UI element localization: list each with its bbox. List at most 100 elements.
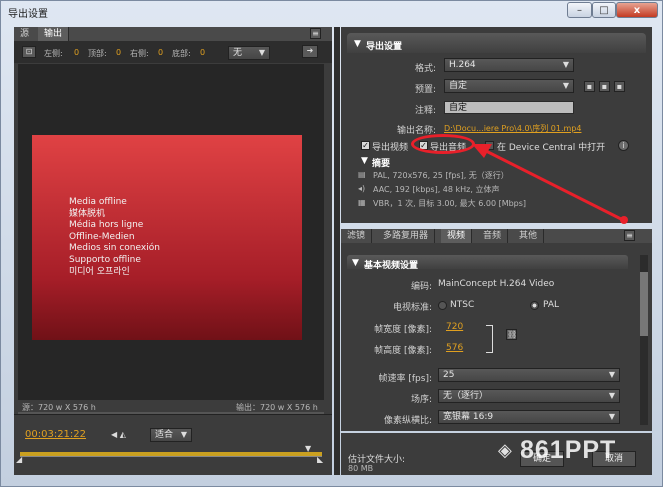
frame-rate-select[interactable]: 25 ▼ — [438, 368, 620, 382]
frame-rate-label: 帧速率 [fps]: — [378, 374, 433, 384]
field-order-label: 场序: — [410, 395, 432, 405]
pixel-aspect-label: 像素纵横比: — [383, 416, 432, 426]
chevron-down-icon: ▼ — [562, 81, 569, 90]
crop-bottom-value[interactable]: 0 — [200, 48, 205, 57]
video-scrollbar-thumb[interactable] — [640, 272, 648, 336]
export-collapse-icon[interactable]: ▼ — [354, 39, 361, 49]
crop-ratio-select[interactable]: 无 ▼ — [228, 46, 270, 60]
swap-arrow-icon[interactable]: ➜ — [302, 45, 318, 58]
tab-source[interactable]: 源 — [14, 27, 39, 41]
set-in-point-icon[interactable]: ◀ ◭ — [111, 430, 126, 439]
window-title: 导出设置 — [8, 9, 48, 20]
field-order-select[interactable]: 无（逐行） ▼ — [438, 389, 620, 403]
panel-splitter[interactable] — [334, 27, 340, 475]
timeline-ruler — [20, 456, 322, 457]
offline-line-6: Supporto offline — [69, 254, 141, 265]
offline-line-5: Medios sin conexión — [69, 243, 160, 254]
crop-top-value[interactable]: 0 — [116, 48, 121, 57]
pixel-aspect-value: 宽银幕 16:9 — [443, 412, 494, 422]
panel-menu-icon[interactable]: ≡ — [310, 28, 321, 39]
fit-value: 适合 — [155, 430, 174, 440]
tab-video[interactable]: 视频 — [441, 229, 473, 243]
summary-collapse-icon[interactable]: ▼ — [361, 156, 368, 166]
link-bracket — [486, 325, 493, 353]
export-settings-title: 导出设置 — [366, 42, 403, 52]
frame-height-value[interactable]: 576 — [446, 343, 463, 353]
offline-text: Media offline 媒体脱机 Média hors ligne Offl… — [69, 197, 160, 278]
watermark-text: 861PPT — [520, 436, 617, 464]
tv-standard-label: 电视标准: — [392, 303, 432, 313]
output-name-link[interactable]: D:\Docu...iere Pro\4.0\序列 01.mp4 — [444, 123, 581, 134]
maximize-button[interactable]: □ — [592, 2, 616, 18]
file-size-value: 80 MB — [348, 464, 374, 473]
format-label: 格式: — [414, 64, 436, 74]
codec-value: MainConcept H.264 Video — [438, 279, 555, 289]
speaker-icon: ◂) — [358, 184, 366, 193]
ntsc-radio[interactable] — [438, 301, 447, 310]
save-preset-icon[interactable]: ▪ — [584, 81, 595, 92]
crop-bottom-label: 底部: — [172, 49, 191, 58]
preset-value: 自定 — [449, 81, 468, 91]
crop-left-value[interactable]: 0 — [74, 48, 79, 57]
format-select[interactable]: H.264 ▼ — [444, 58, 574, 72]
pal-label: PAL — [543, 300, 560, 310]
tab-filters[interactable]: 滤镜 — [341, 229, 373, 243]
offline-line-4: Offline-Medien — [69, 231, 135, 242]
offline-line-3: Média hors ligne — [69, 220, 144, 231]
export-video-label: 导出视频 — [372, 143, 409, 153]
bitrate-icon: ▦ — [358, 198, 366, 207]
basic-video-collapse-icon[interactable]: ▼ — [352, 258, 359, 268]
panel-menu-icon[interactable]: ≡ — [624, 230, 635, 241]
annotation-arrow — [472, 144, 628, 224]
playhead-icon[interactable]: ▼ — [305, 444, 311, 453]
pal-radio[interactable] — [530, 301, 539, 310]
summary-title: 摘要 — [372, 159, 391, 169]
minimize-button[interactable]: – — [567, 2, 592, 18]
watermark-logo-icon: ◈ — [498, 440, 512, 461]
comment-label: 注释: — [414, 106, 436, 116]
codec-label: 编码: — [410, 282, 432, 292]
crop-left-label: 左侧: — [44, 49, 63, 58]
import-preset-icon[interactable]: ▪ — [599, 81, 610, 92]
chevron-down-icon: ▼ — [608, 412, 615, 421]
timecode[interactable]: 00:03:21:22 — [25, 429, 86, 440]
tab-output[interactable]: 输出 — [38, 27, 70, 41]
settings-tab-bar: 滤镜 多路复用器 视频 音频 其他 ≡ — [341, 229, 652, 243]
title-bar: 导出设置 – □ x — [0, 0, 663, 22]
offline-line-7: 미디어 오프라인 — [69, 266, 130, 277]
in-marker-icon[interactable]: ◢ — [16, 455, 22, 464]
crop-right-value[interactable]: 0 — [158, 48, 163, 57]
fit-select[interactable]: 适合 ▼ — [150, 428, 192, 442]
tab-audio[interactable]: 音频 — [477, 229, 509, 243]
chevron-down-icon: ▼ — [258, 48, 265, 57]
crop-right-label: 右侧: — [130, 49, 149, 58]
source-size: 源：720 w X 576 h — [22, 403, 96, 412]
basic-video-title: 基本视频设置 — [364, 261, 419, 271]
tab-other[interactable]: 其他 — [513, 229, 545, 243]
preset-select[interactable]: 自定 ▼ — [444, 79, 574, 93]
comment-input[interactable]: 自定 — [444, 101, 574, 114]
close-button[interactable]: x — [616, 2, 658, 18]
link-icon[interactable]: ⛓ — [506, 329, 517, 340]
chevron-down-icon: ▼ — [180, 430, 187, 439]
crop-ratio-value: 无 — [233, 48, 243, 58]
offline-frame: Media offline 媒体脱机 Média hors ligne Offl… — [32, 135, 302, 340]
preset-label: 预置: — [414, 85, 436, 95]
out-marker-icon[interactable]: ◣ — [317, 455, 323, 464]
export-video-checkbox[interactable]: ✓ — [361, 141, 370, 150]
chevron-down-icon: ▼ — [562, 60, 569, 69]
pixel-aspect-select[interactable]: 宽银幕 16:9 ▼ — [438, 410, 620, 424]
film-icon: ▤ — [358, 170, 366, 179]
annotation-ellipse — [411, 134, 475, 154]
offline-line-2: 媒体脱机 — [69, 208, 106, 219]
offline-line-1: Media offline — [69, 197, 127, 207]
output-name-label: 输出名称: — [396, 126, 436, 136]
preview-tab-bar: 源 输出 ≡ — [14, 27, 332, 41]
ntsc-label: NTSC — [450, 300, 475, 310]
crop-icon[interactable]: ⊡ — [22, 46, 36, 58]
frame-width-value[interactable]: 720 — [446, 322, 463, 332]
tab-multiplexer[interactable]: 多路复用器 — [377, 229, 436, 243]
delete-preset-icon[interactable]: ▪ — [614, 81, 625, 92]
chevron-down-icon: ▼ — [608, 370, 615, 379]
frame-width-label: 帧宽度 [像素]: — [374, 325, 432, 335]
